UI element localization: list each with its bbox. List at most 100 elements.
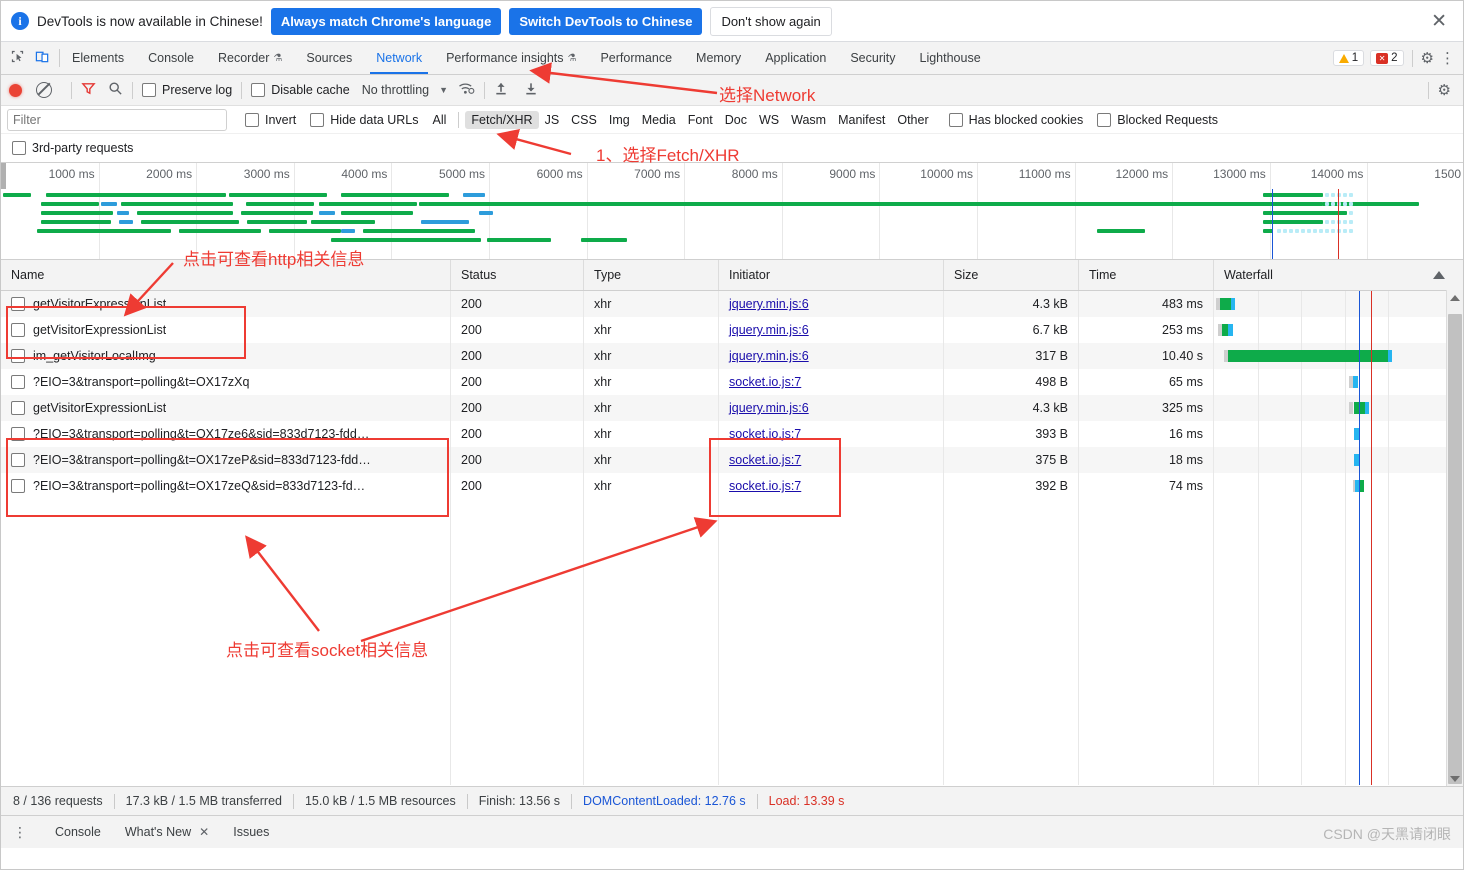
more-options-icon[interactable]: ⋮ — [1440, 51, 1455, 66]
filter-type-manifest[interactable]: Manifest — [832, 111, 891, 129]
chevron-down-icon[interactable]: ▼ — [439, 85, 448, 95]
initiator-link[interactable]: socket.io.js:7 — [729, 479, 801, 493]
close-icon[interactable]: ✕ — [1425, 12, 1453, 31]
warning-badge[interactable]: 1 — [1332, 50, 1365, 66]
switch-to-chinese-button[interactable]: Switch DevTools to Chinese — [509, 7, 703, 35]
has-blocked-cookies-checkbox[interactable]: Has blocked cookies — [948, 112, 1083, 127]
dont-show-again-button[interactable]: Don't show again — [710, 6, 832, 36]
filter-icon[interactable] — [81, 81, 96, 99]
request-name-cell[interactable]: getVisitorExpressionList — [1, 291, 451, 317]
scroll-down-icon[interactable] — [1447, 771, 1463, 786]
filter-type-css[interactable]: CSS — [565, 111, 603, 129]
tab-application[interactable]: Application — [753, 42, 838, 74]
column-header-initiator[interactable]: Initiator — [719, 260, 944, 290]
row-checkbox[interactable] — [11, 297, 25, 311]
table-row[interactable]: getVisitorExpressionList 200 xhr jquery.min… — [1, 317, 1463, 343]
network-conditions-icon[interactable] — [458, 81, 475, 99]
search-input[interactable] — [7, 108, 227, 131]
initiator-link[interactable]: jquery.min.js:6 — [729, 297, 809, 311]
tab-security[interactable]: Security — [838, 42, 907, 74]
initiator-link[interactable]: jquery.min.js:6 — [729, 401, 809, 415]
hide-data-urls-checkbox[interactable]: Hide data URLs — [310, 112, 419, 127]
scroll-up-icon[interactable] — [1447, 290, 1463, 305]
close-icon[interactable]: ✕ — [199, 825, 209, 839]
export-har-icon[interactable] — [524, 81, 538, 99]
request-name-cell[interactable]: ?EIO=3&transport=polling&t=OX17zXq — [1, 369, 451, 395]
initiator-link[interactable]: jquery.min.js:6 — [729, 349, 809, 363]
tab-recorder[interactable]: Recorder ⚗ — [206, 42, 294, 74]
request-name-cell[interactable]: getVisitorExpressionList — [1, 395, 451, 421]
disable-cache-checkbox[interactable]: Disable cache — [251, 83, 350, 97]
initiator-link[interactable]: jquery.min.js:6 — [729, 323, 809, 337]
drawer-tab-whats-new[interactable]: What's New ✕ — [113, 825, 221, 839]
device-toolbar-icon[interactable] — [35, 49, 50, 67]
blocked-requests-checkbox[interactable]: Blocked Requests — [1097, 112, 1218, 127]
table-row[interactable]: getVisitorExpressionList 200 xhr jquery.min… — [1, 291, 1463, 317]
filter-type-js[interactable]: JS — [539, 111, 566, 129]
initiator-link[interactable]: socket.io.js:7 — [729, 427, 801, 441]
third-party-requests-checkbox[interactable]: 3rd-party requests — [12, 141, 133, 155]
column-header-name[interactable]: Name — [1, 260, 451, 290]
row-checkbox[interactable] — [11, 375, 25, 389]
request-name-cell[interactable]: ?EIO=3&transport=polling&t=OX17zeQ&sid=8… — [1, 473, 451, 499]
inspect-element-icon[interactable] — [10, 49, 25, 67]
filter-type-media[interactable]: Media — [636, 111, 682, 129]
network-overview-timeline[interactable]: 1000 ms 2000 ms 3000 ms 4000 ms 5000 ms 6000 … — [1, 163, 1463, 260]
column-header-waterfall[interactable]: Waterfall — [1214, 260, 1463, 290]
scrollbar-thumb[interactable] — [1448, 314, 1462, 784]
row-checkbox[interactable] — [11, 479, 25, 493]
import-har-icon[interactable] — [494, 81, 508, 99]
tab-performance[interactable]: Performance — [588, 42, 684, 74]
filter-type-doc[interactable]: Doc — [719, 111, 753, 129]
table-row[interactable]: im_getVisitorLocalImg 200 xhr jquery.min.js… — [1, 343, 1463, 369]
filter-type-wasm[interactable]: Wasm — [785, 111, 832, 129]
drawer-tab-console[interactable]: Console — [43, 825, 113, 839]
tab-console[interactable]: Console — [136, 42, 206, 74]
table-row[interactable]: ?EIO=3&transport=polling&t=OX17zXq 200 xhr… — [1, 369, 1463, 395]
column-header-status[interactable]: Status — [451, 260, 584, 290]
row-checkbox[interactable] — [11, 453, 25, 467]
tab-network[interactable]: Network — [364, 42, 434, 74]
request-name-cell[interactable]: ?EIO=3&transport=polling&t=OX17ze6&sid=8… — [1, 421, 451, 447]
request-name-cell[interactable]: getVisitorExpressionList — [1, 317, 451, 343]
tab-memory[interactable]: Memory — [684, 42, 753, 74]
column-header-size[interactable]: Size — [944, 260, 1079, 290]
search-icon[interactable] — [108, 81, 123, 99]
drawer-tab-issues[interactable]: Issues — [221, 825, 281, 839]
throttling-select[interactable]: No throttling — [362, 83, 429, 97]
initiator-link[interactable]: socket.io.js:7 — [729, 453, 801, 467]
tab-sources[interactable]: Sources — [294, 42, 364, 74]
initiator-link[interactable]: socket.io.js:7 — [729, 375, 801, 389]
filter-type-font[interactable]: Font — [682, 111, 719, 129]
grid-vertical-scrollbar[interactable] — [1446, 290, 1463, 786]
always-match-language-button[interactable]: Always match Chrome's language — [270, 7, 502, 35]
more-options-icon[interactable]: ⋮ — [13, 825, 27, 839]
column-header-type[interactable]: Type — [584, 260, 719, 290]
filter-type-ws[interactable]: WS — [753, 111, 785, 129]
tab-elements[interactable]: Elements — [60, 42, 136, 74]
table-row[interactable]: ?EIO=3&transport=polling&t=OX17ze6&sid=8… — [1, 421, 1463, 447]
table-row[interactable]: getVisitorExpressionList 200 xhr jquery.min… — [1, 395, 1463, 421]
filter-type-other[interactable]: Other — [891, 111, 934, 129]
clear-button[interactable] — [36, 82, 52, 98]
tab-lighthouse[interactable]: Lighthouse — [908, 42, 993, 74]
invert-checkbox[interactable]: Invert — [245, 112, 296, 127]
table-row[interactable]: ?EIO=3&transport=polling&t=OX17zeP&sid=8… — [1, 447, 1463, 473]
row-checkbox[interactable] — [11, 323, 25, 337]
row-checkbox[interactable] — [11, 349, 25, 363]
request-name-cell[interactable]: ?EIO=3&transport=polling&t=OX17zeP&sid=8… — [1, 447, 451, 473]
filter-type-fetch-xhr[interactable]: Fetch/XHR — [465, 110, 539, 129]
table-row[interactable]: ?EIO=3&transport=polling&t=OX17zeQ&sid=8… — [1, 473, 1463, 499]
request-name-cell[interactable]: im_getVisitorLocalImg — [1, 343, 451, 369]
row-checkbox[interactable] — [11, 427, 25, 441]
row-checkbox[interactable] — [11, 401, 25, 415]
preserve-log-checkbox[interactable]: Preserve log — [142, 83, 232, 97]
error-badge[interactable]: ✕ 2 — [1370, 50, 1404, 66]
filter-type-img[interactable]: Img — [603, 111, 636, 129]
filter-type-all[interactable]: All — [427, 111, 453, 129]
overview-left-grip[interactable] — [1, 163, 6, 189]
gear-icon[interactable]: ⚙ — [1438, 83, 1451, 98]
tab-performance-insights[interactable]: Performance insights ⚗ — [434, 42, 588, 74]
column-header-time[interactable]: Time — [1079, 260, 1214, 290]
record-button[interactable] — [9, 83, 22, 97]
